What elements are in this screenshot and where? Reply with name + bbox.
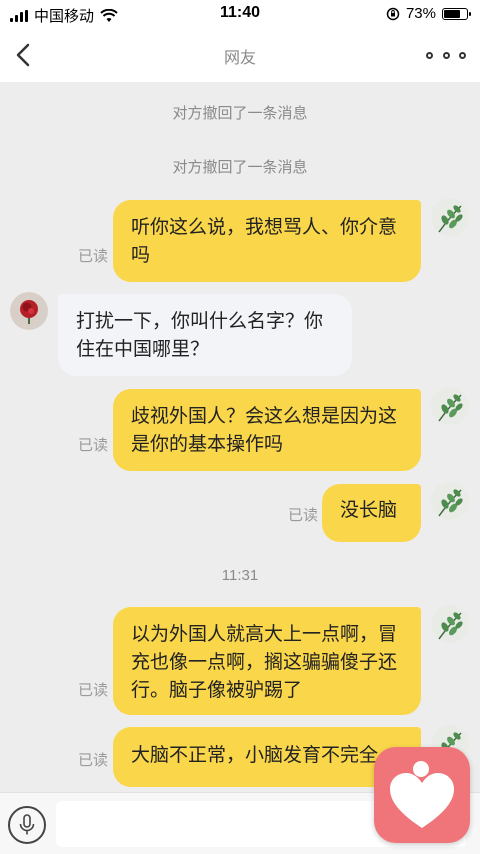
chat-header: 网友 <box>0 28 480 82</box>
plant-avatar-icon <box>438 612 463 640</box>
my-avatar[interactable] <box>431 482 469 520</box>
plant-avatar-icon <box>438 489 463 517</box>
more-options-button[interactable] <box>426 42 466 68</box>
read-receipt: 已读 <box>78 682 109 699</box>
read-receipt: 已读 <box>78 752 109 769</box>
system-notice: 对方撤回了一条消息 <box>172 159 308 176</box>
voice-input-button[interactable] <box>8 806 46 844</box>
plant-avatar-icon <box>438 394 463 422</box>
contact-message-bubble[interactable]: 打扰一下，你叫什么名字？你住在中国哪里？ <box>58 294 352 376</box>
plant-avatar-icon <box>438 205 463 233</box>
status-right: 73% <box>386 5 471 22</box>
read-receipt: 已读 <box>288 507 319 524</box>
message-timestamp: 11:31 <box>221 567 259 584</box>
my-avatar[interactable] <box>431 605 469 643</box>
chat-title: 网友 <box>223 50 256 67</box>
microphone-icon <box>19 814 35 835</box>
more-dots-icon <box>426 51 433 59</box>
my-message-bubble[interactable]: 听你这么说，我想骂人、你介意吗 <box>113 200 421 282</box>
system-notice: 对方撤回了一条消息 <box>172 105 308 122</box>
my-avatar[interactable] <box>431 198 469 236</box>
battery-icon <box>442 7 471 20</box>
heart-app-icon <box>390 761 454 828</box>
chat-area[interactable]: 对方撤回了一条消息 对方撤回了一条消息 已读 听你这么说，我想骂人、你介意吗 打… <box>0 82 480 792</box>
rose-avatar-icon <box>10 292 48 330</box>
my-message-bubble[interactable]: 没长脑 <box>322 484 421 542</box>
contact-avatar[interactable] <box>10 292 48 330</box>
read-receipt: 已读 <box>78 248 109 265</box>
my-message-bubble[interactable]: 以为外国人就高大上一点啊，冒充也像一点啊，搁这骗骗傻子还行。脑子像被驴踢了 <box>113 607 421 715</box>
battery-percent: 73% <box>405 5 436 22</box>
my-avatar[interactable] <box>431 387 469 425</box>
read-receipt: 已读 <box>78 437 109 454</box>
status-bar: 中国移动 11:40 73% <box>0 0 480 28</box>
floating-app-button[interactable] <box>374 747 470 843</box>
my-message-bubble[interactable]: 歧视外国人？会这么想是因为这是你的基本操作吗 <box>113 389 421 471</box>
battery-fill <box>444 9 461 18</box>
rotation-lock-icon <box>386 7 400 20</box>
